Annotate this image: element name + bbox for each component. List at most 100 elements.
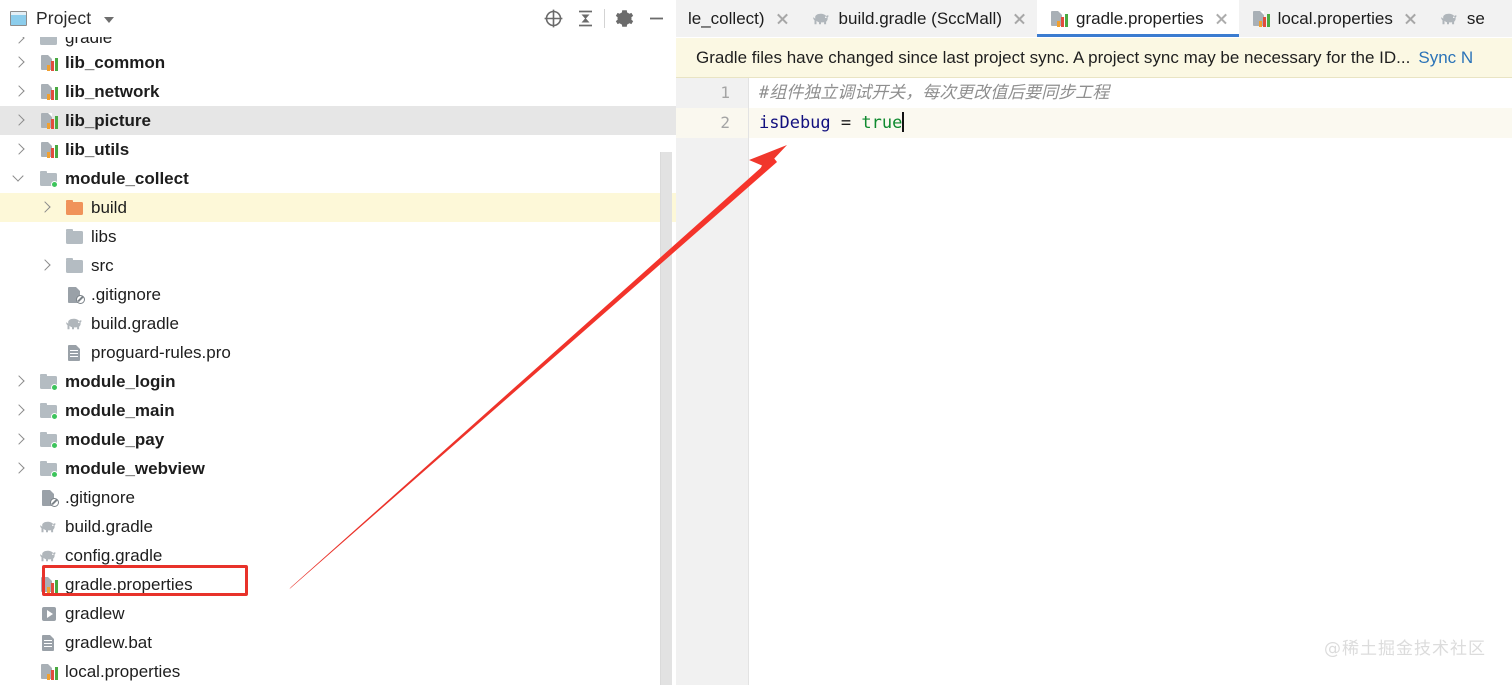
tree-item-lib-common[interactable]: lib_common xyxy=(0,48,676,77)
module-marker-icon xyxy=(51,412,58,420)
chevron-right-icon[interactable] xyxy=(40,202,51,213)
close-icon[interactable] xyxy=(1012,11,1027,26)
gradle-properties-file-icon xyxy=(1251,10,1271,28)
notification-message: Gradle files have changed since last pro… xyxy=(696,47,1411,67)
code-token-val: true xyxy=(861,113,903,133)
close-icon[interactable] xyxy=(775,11,790,26)
chevron-down-icon[interactable] xyxy=(104,17,115,23)
code-token-key: isDebug xyxy=(759,113,831,133)
tree-expander[interactable] xyxy=(40,260,65,271)
editor-tab-se[interactable]: se xyxy=(1427,0,1495,37)
project-file-tree[interactable]: gradle lib_common lib_network lib_picture li… xyxy=(0,37,676,685)
tab-label: build.gradle (SccMall) xyxy=(838,8,1002,28)
folder-module-icon xyxy=(39,460,59,478)
tree-expander[interactable] xyxy=(14,173,39,184)
chevron-right-icon[interactable] xyxy=(14,405,25,416)
gear-icon[interactable] xyxy=(608,3,640,35)
tree-item-gradlew[interactable]: gradlew xyxy=(0,599,676,628)
chevron-right-icon[interactable] xyxy=(14,463,25,474)
tree-item-module-pay[interactable]: module_pay xyxy=(0,425,676,454)
tab-label: local.properties xyxy=(1277,8,1393,28)
close-icon[interactable] xyxy=(1403,11,1418,26)
tree-expander[interactable] xyxy=(14,434,39,445)
tree-item-lib-utils[interactable]: lib_utils xyxy=(0,135,676,164)
tree-expander[interactable] xyxy=(14,115,39,126)
tree-item-label: module_collect xyxy=(65,168,189,188)
tree-expander[interactable] xyxy=(14,376,39,387)
tree-expander[interactable] xyxy=(14,37,39,44)
tree-item-label: build.gradle xyxy=(91,313,179,333)
module-marker-icon xyxy=(51,470,58,478)
tree-item-module-main[interactable]: module_main xyxy=(0,396,676,425)
tree-item-proguard-rules-pro[interactable]: proguard-rules.pro xyxy=(0,338,676,367)
tree-item-gitignore[interactable]: .gitignore xyxy=(0,280,676,309)
folder-excluded-icon xyxy=(65,199,85,217)
script-file-icon xyxy=(39,605,59,623)
tree-item-lib-network[interactable]: lib_network xyxy=(0,77,676,106)
tree-item-label: gradle.properties xyxy=(65,574,193,594)
tree-item-label: config.gradle xyxy=(65,545,163,565)
chevron-right-icon[interactable] xyxy=(14,144,25,155)
tree-item-build-gradle[interactable]: build.gradle xyxy=(0,512,676,541)
project-title-block[interactable]: Project xyxy=(0,8,115,29)
gradle-properties-file-icon xyxy=(39,576,59,594)
tree-expander[interactable] xyxy=(14,144,39,155)
tree-item-build-gradle[interactable]: build.gradle xyxy=(0,309,676,338)
gradle-properties-file-icon xyxy=(39,54,59,72)
tree-item-libs[interactable]: libs xyxy=(0,222,676,251)
folder-icon xyxy=(39,37,59,47)
tree-item-src[interactable]: src xyxy=(0,251,676,280)
code-line[interactable]: isDebug = true xyxy=(749,108,1512,138)
tree-item-lib-picture[interactable]: lib_picture xyxy=(0,106,676,135)
document-file-icon xyxy=(65,344,85,362)
tree-item-label: gradlew.bat xyxy=(65,632,152,652)
editor-tab-local-properties[interactable]: local.properties xyxy=(1238,0,1428,37)
module-marker-icon xyxy=(51,441,58,449)
tree-item-module-login[interactable]: module_login xyxy=(0,367,676,396)
tree-item-label: src xyxy=(91,255,114,275)
chevron-down-icon[interactable] xyxy=(14,173,25,184)
tree-item-gradle[interactable]: gradle xyxy=(0,37,676,48)
editor-tab-gradle-properties[interactable]: gradle.properties xyxy=(1037,0,1239,37)
line-number: 2 xyxy=(676,108,748,138)
tree-item-label: .gitignore xyxy=(91,284,161,304)
tree-item-build[interactable]: build xyxy=(0,193,676,222)
tree-expander[interactable] xyxy=(14,86,39,97)
sync-now-link[interactable]: Sync N xyxy=(1418,48,1473,68)
chevron-right-icon[interactable] xyxy=(14,57,25,68)
tree-item-config-gradle[interactable]: config.gradle xyxy=(0,541,676,570)
chevron-right-icon[interactable] xyxy=(14,115,25,126)
chevron-right-icon[interactable] xyxy=(14,376,25,387)
tree-item-label: local.properties xyxy=(65,661,181,681)
editor-tab-le-collect[interactable]: le_collect) xyxy=(676,0,800,37)
tree-item-module-collect[interactable]: module_collect xyxy=(0,164,676,193)
folder-module-icon xyxy=(39,373,59,391)
tree-item-gradlew-bat[interactable]: gradlew.bat xyxy=(0,628,676,657)
tree-item-label: module_main xyxy=(65,400,175,420)
tree-item-label: module_pay xyxy=(65,429,165,449)
editor-tab-build-gradle-sccmall[interactable]: build.gradle (SccMall) xyxy=(799,0,1037,37)
chevron-right-icon[interactable] xyxy=(14,434,25,445)
tree-item-gradle-properties[interactable]: gradle.properties xyxy=(0,570,676,599)
tree-expander[interactable] xyxy=(40,202,65,213)
folder-module-icon xyxy=(39,431,59,449)
tree-item-local-properties[interactable]: local.properties xyxy=(0,657,676,685)
gitignore-file-icon xyxy=(39,489,59,507)
chevron-right-icon[interactable] xyxy=(40,260,51,271)
code-line[interactable]: #组件独立调试开关，每次更改值后要同步工程 xyxy=(749,78,1512,108)
chevron-right-icon[interactable] xyxy=(14,37,25,44)
close-icon[interactable] xyxy=(1214,11,1229,26)
gitignore-file-icon xyxy=(65,286,85,304)
tree-expander[interactable] xyxy=(14,57,39,68)
tree-item-module-webview[interactable]: module_webview xyxy=(0,454,676,483)
project-panel-scrollbar[interactable] xyxy=(660,152,672,685)
tree-expander[interactable] xyxy=(14,405,39,416)
tree-item-gitignore[interactable]: .gitignore xyxy=(0,483,676,512)
tree-item-label: gradle xyxy=(65,37,113,47)
select-opened-file-icon[interactable] xyxy=(537,3,569,35)
chevron-right-icon[interactable] xyxy=(14,86,25,97)
editor-code-area[interactable]: #组件独立调试开关，每次更改值后要同步工程 isDebug = true xyxy=(749,78,1512,685)
minimize-icon[interactable] xyxy=(640,3,672,35)
tree-expander[interactable] xyxy=(14,463,39,474)
collapse-all-icon[interactable] xyxy=(569,3,601,35)
